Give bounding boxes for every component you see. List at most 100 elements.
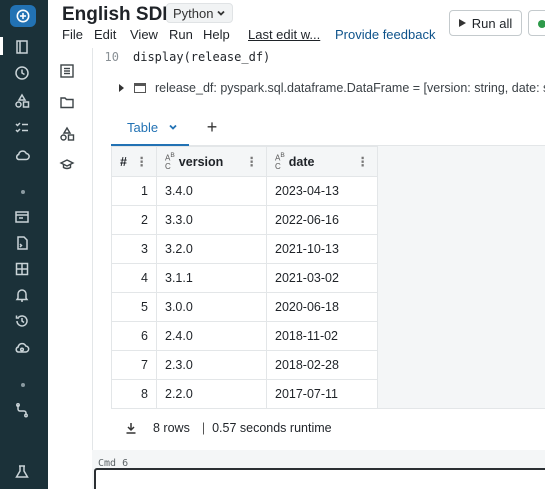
nav-warehouses-button[interactable] xyxy=(12,338,32,358)
code-cell[interactable]: 10 display(release_df) release_df: pyspar… xyxy=(92,48,545,450)
section-divider-dot xyxy=(21,383,25,387)
dataframe-schema-toggle[interactable]: release_df: pyspark.sql.dataframe.DataFr… xyxy=(119,81,545,95)
tab-table[interactable]: Table xyxy=(111,110,189,146)
caret-right-icon xyxy=(119,84,124,92)
nav-recents-button[interactable] xyxy=(12,63,32,83)
cell-version[interactable]: 3.3.0 xyxy=(156,205,267,235)
runtime-text: 0.57 seconds runtime xyxy=(212,420,332,435)
shapes-icon xyxy=(60,126,75,141)
shapes-icon xyxy=(15,93,30,108)
string-type-icon: AB C xyxy=(165,152,175,171)
column-menu-icon[interactable]: ⋮ xyxy=(136,154,149,169)
provide-feedback-link[interactable]: Provide feedback xyxy=(335,27,435,42)
notebook-side-panel xyxy=(48,48,92,489)
table-of-contents-button[interactable] xyxy=(58,62,76,80)
add-visualization-button[interactable]: + xyxy=(201,116,223,138)
menu-file[interactable]: File xyxy=(62,27,83,42)
notebook-canvas: 10 display(release_df) release_df: pyspar… xyxy=(92,48,545,489)
menu-help[interactable]: Help xyxy=(203,27,230,42)
nav-tasks-button[interactable] xyxy=(12,118,32,138)
table-row: 2 3.3.0 2022-06-16 xyxy=(111,205,378,235)
row-index: 6 xyxy=(111,321,157,351)
column-header-index[interactable]: # ⋮ xyxy=(111,146,157,177)
column-header-label: date xyxy=(288,154,315,169)
column-menu-icon[interactable]: ⋮ xyxy=(357,154,370,169)
language-selector[interactable]: Python xyxy=(166,3,234,23)
notebook-icon xyxy=(16,40,28,54)
nav-compute-button[interactable] xyxy=(12,145,32,165)
result-table: # ⋮ AB Cversion ⋮ AB Cdate ⋮ 1 3.4.0 2023-04-13… xyxy=(111,146,378,409)
cell-date[interactable]: 2021-03-02 xyxy=(266,263,378,293)
row-index: 8 xyxy=(111,379,157,409)
result-tabs: Table + xyxy=(111,110,545,146)
column-menu-icon[interactable]: ⋮ xyxy=(246,154,259,169)
cell-date[interactable]: 2018-02-28 xyxy=(266,350,378,380)
cell-version[interactable]: 2.3.0 xyxy=(156,350,267,380)
table-row: 7 2.3.0 2018-02-28 xyxy=(111,350,378,380)
nav-workflows-button[interactable] xyxy=(12,400,32,420)
nav-queries-button[interactable] xyxy=(12,233,32,253)
column-header-label: version xyxy=(178,154,224,169)
folder-icon xyxy=(60,97,74,109)
next-code-cell[interactable] xyxy=(94,468,545,489)
code-text: display(release_df) xyxy=(133,50,271,64)
catalog-panel-button[interactable] xyxy=(58,125,76,143)
cluster-selector[interactable] xyxy=(528,10,545,36)
cell-date[interactable]: 2022-06-16 xyxy=(266,205,378,235)
table-empty-area xyxy=(395,146,545,408)
cell-version[interactable]: 3.2.0 xyxy=(156,234,267,264)
cell-date[interactable]: 2023-04-13 xyxy=(266,176,378,206)
column-header-version[interactable]: AB Cversion ⋮ xyxy=(156,146,267,177)
left-nav-rail xyxy=(0,0,48,489)
file-icon xyxy=(17,236,28,250)
cell-version[interactable]: 3.4.0 xyxy=(156,176,267,206)
checklist-icon xyxy=(15,122,28,133)
column-header-label: # xyxy=(120,154,127,169)
nav-notebook-button[interactable] xyxy=(12,37,32,57)
run-all-button[interactable]: Run all xyxy=(449,10,522,36)
result-table-area: # ⋮ AB Cversion ⋮ AB Cdate ⋮ 1 3.4.0 2023-04-13… xyxy=(111,146,545,409)
nav-sql-editor-button[interactable] xyxy=(12,207,32,227)
row-index: 7 xyxy=(111,350,157,380)
cell-date[interactable]: 2021-10-13 xyxy=(266,234,378,264)
menu-edit[interactable]: Edit xyxy=(94,27,116,42)
play-icon xyxy=(458,19,466,27)
nav-experiments-button[interactable] xyxy=(12,462,32,482)
nav-query-history-button[interactable] xyxy=(12,311,32,331)
dashboard-icon xyxy=(15,262,29,276)
flask-icon xyxy=(15,465,29,478)
toc-icon xyxy=(60,64,74,78)
chevron-down-icon xyxy=(217,10,226,16)
cell-date[interactable]: 2018-11-02 xyxy=(266,321,378,351)
nav-dashboards-button[interactable] xyxy=(12,259,32,279)
row-index: 2 xyxy=(111,205,157,235)
cell-version[interactable]: 2.2.0 xyxy=(156,379,267,409)
run-all-label: Run all xyxy=(471,15,513,31)
cell-date[interactable]: 2020-06-18 xyxy=(266,292,378,322)
column-header-date[interactable]: AB Cdate ⋮ xyxy=(266,146,378,177)
cell-version[interactable]: 3.0.0 xyxy=(156,292,267,322)
menu-view[interactable]: View xyxy=(130,27,158,42)
last-edit-link[interactable]: Last edit w... xyxy=(248,27,320,42)
language-label: Python xyxy=(173,5,214,21)
cell-version[interactable]: 3.1.1 xyxy=(156,263,267,293)
models-panel-button[interactable] xyxy=(58,156,76,174)
cell-date[interactable]: 2017-07-11 xyxy=(266,379,378,409)
cell-version[interactable]: 2.4.0 xyxy=(156,321,267,351)
new-plus-button[interactable] xyxy=(10,5,36,27)
cloud-icon xyxy=(15,150,30,161)
chevron-down-icon[interactable] xyxy=(168,122,178,132)
code-line[interactable]: 10 display(release_df) xyxy=(99,50,271,64)
nav-catalog-button[interactable] xyxy=(12,91,32,111)
table-row: 8 2.2.0 2017-07-11 xyxy=(111,379,378,409)
string-type-icon: AB C xyxy=(275,152,285,171)
active-indicator xyxy=(0,37,3,55)
workspace-files-button[interactable] xyxy=(58,93,76,111)
clock-icon xyxy=(15,66,29,80)
download-icon[interactable] xyxy=(125,422,137,434)
result-footer: 8 rows | 0.57 seconds runtime xyxy=(111,408,545,446)
table-header-row: # ⋮ AB Cversion ⋮ AB Cdate ⋮ xyxy=(111,146,378,177)
notebook-title[interactable]: English SDK xyxy=(62,4,176,26)
nav-alerts-button[interactable] xyxy=(12,285,32,305)
menu-run[interactable]: Run xyxy=(169,27,193,42)
